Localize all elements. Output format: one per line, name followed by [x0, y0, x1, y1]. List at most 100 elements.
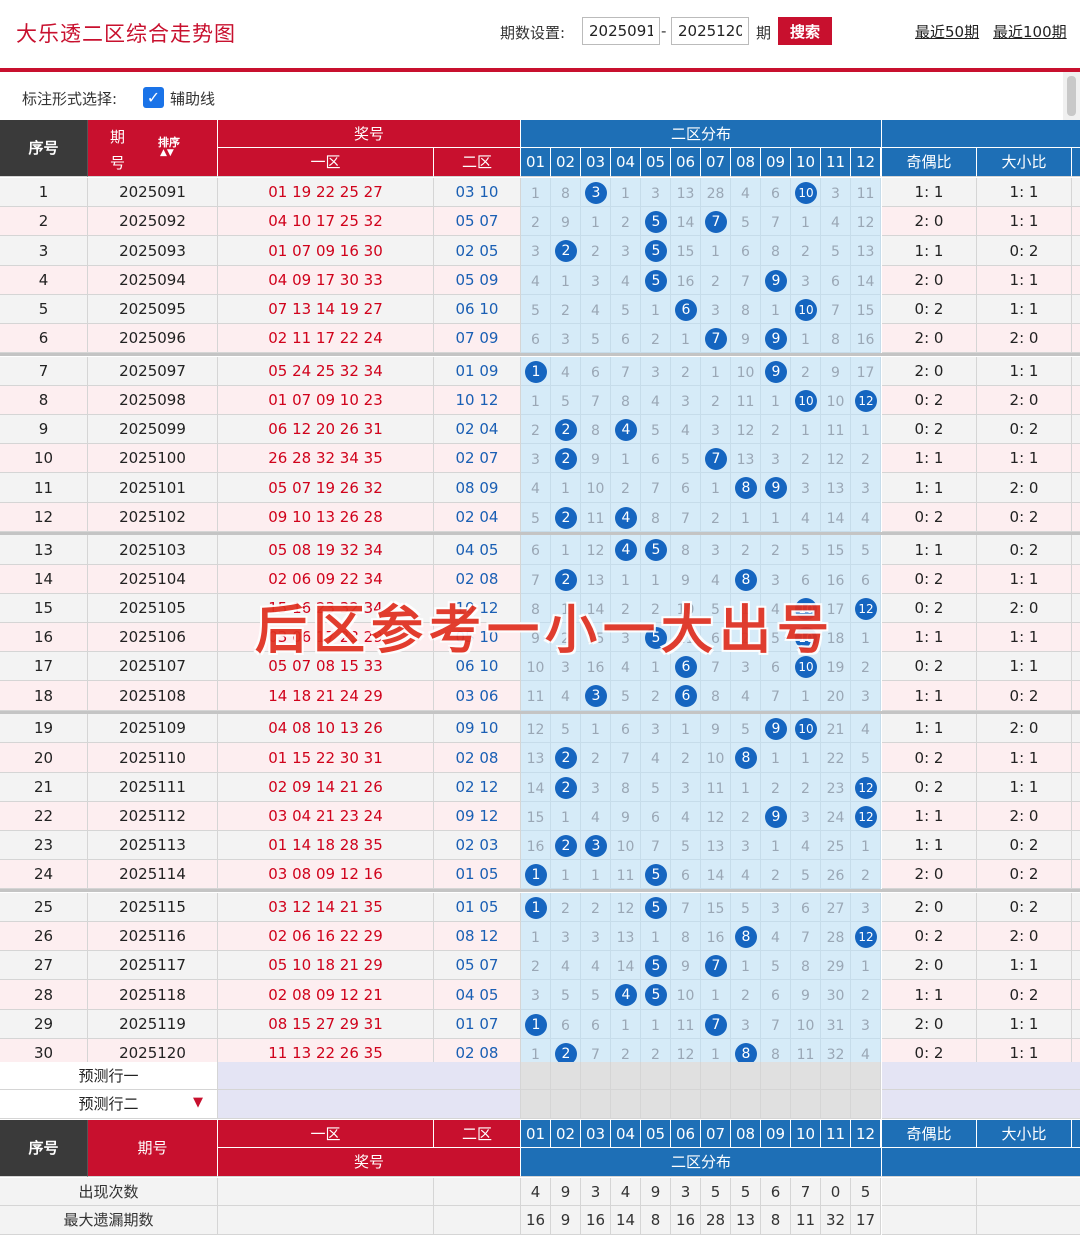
hit-ball: 6	[675, 298, 697, 321]
row-odd-even: 2: 0	[882, 1010, 977, 1039]
predict-cell[interactable]	[851, 1090, 881, 1119]
header-period: 期号排序 ▲▼	[88, 120, 218, 177]
dist-cell: 4	[791, 831, 821, 860]
hit-ball: 5	[645, 240, 667, 262]
dist-cell: 5	[581, 980, 611, 1010]
footer-zone2: 二区	[434, 1120, 521, 1148]
predict-cell[interactable]	[521, 1090, 551, 1119]
predict-cell[interactable]	[731, 1062, 761, 1090]
miss-count: 6	[741, 244, 750, 260]
stat-value: 6	[761, 1178, 791, 1206]
miss-count: 9	[711, 722, 720, 738]
recent-100-link[interactable]: 最近100期	[993, 21, 1067, 42]
dist-cell: 28	[821, 922, 851, 951]
miss-count: 1	[561, 868, 570, 884]
predict-cell[interactable]	[761, 1062, 791, 1090]
period-from-input[interactable]	[582, 17, 660, 45]
hit-ball: 8	[735, 925, 757, 948]
dist-cell: 3	[791, 802, 821, 831]
stat-empty	[977, 1206, 1080, 1235]
predict-cell[interactable]	[581, 1062, 611, 1090]
miss-count: 4	[561, 365, 570, 381]
dist-cell: 8	[671, 535, 701, 565]
predict-input-area[interactable]	[218, 1090, 521, 1119]
footer-seq: 序号	[0, 1120, 88, 1177]
miss-count: 2	[681, 365, 690, 381]
row-seq: 27	[0, 951, 88, 980]
dist-cell: 1	[731, 773, 761, 802]
dist-cell: 1	[701, 473, 731, 503]
predict-cell[interactable]	[791, 1090, 821, 1119]
arrow-down-icon[interactable]: ▼	[193, 1095, 203, 1110]
dist-cell: 8	[731, 922, 761, 951]
hit-ball: 4	[615, 539, 637, 561]
scrollbar-thumb[interactable]	[1067, 76, 1076, 116]
miss-count: 1	[651, 573, 660, 589]
predict-cell[interactable]	[551, 1090, 581, 1119]
predict-row-label[interactable]: 预测行二	[0, 1090, 218, 1119]
miss-count: 13	[676, 186, 695, 202]
predict-cell[interactable]	[641, 1090, 671, 1119]
auxiliary-line-label: 辅助线	[170, 90, 216, 108]
row-period: 2025106	[88, 623, 218, 652]
dist-cell: 13	[821, 473, 851, 503]
recent-50-link[interactable]: 最近50期	[915, 21, 979, 42]
row-period: 2025109	[88, 714, 218, 743]
miss-count: 6	[531, 543, 540, 559]
row-odd-even: 1: 1	[882, 535, 977, 565]
period-to-input[interactable]	[671, 17, 749, 45]
dist-cell: 2	[761, 535, 791, 565]
dist-cell: 2	[761, 773, 791, 802]
dist-cell: 8	[731, 743, 761, 773]
predict-cell[interactable]	[791, 1062, 821, 1090]
miss-count: 8	[741, 303, 750, 319]
dist-cell: 5	[521, 503, 551, 532]
miss-count: 3	[771, 901, 780, 917]
predict-row-label[interactable]: 预测行一	[0, 1062, 218, 1090]
row-odd-even: 1: 1	[882, 802, 977, 831]
row-big-small: 2: 0	[977, 594, 1072, 623]
miss-count: 8	[831, 332, 840, 348]
header-number-02: 02	[551, 148, 581, 177]
predict-cell[interactable]	[611, 1090, 641, 1119]
row-front-numbers: 03 12 14 21 35	[218, 893, 434, 922]
sort-arrows-icon[interactable]: ▲▼	[160, 148, 174, 158]
predict-cell[interactable]	[671, 1090, 701, 1119]
dist-cell: 6	[671, 473, 701, 503]
predict-cell[interactable]	[701, 1090, 731, 1119]
stat-empty	[434, 1178, 521, 1206]
dist-cell: 1	[671, 324, 701, 353]
predict-cell[interactable]	[581, 1090, 611, 1119]
row-edge	[1072, 831, 1080, 860]
row-period: 2025117	[88, 951, 218, 980]
miss-count: 1	[771, 839, 780, 855]
auxiliary-line-checkbox[interactable]: ✓	[143, 87, 164, 108]
dist-cell: 2	[551, 503, 581, 532]
dist-cell: 6	[851, 565, 881, 594]
miss-count: 2	[561, 303, 570, 319]
row-period: 2025100	[88, 444, 218, 473]
predict-cell[interactable]	[821, 1090, 851, 1119]
row-odd-even: 0: 2	[882, 386, 977, 415]
dist-cell: 4	[611, 503, 641, 532]
predict-cell[interactable]	[641, 1062, 671, 1090]
predict-cell[interactable]	[671, 1062, 701, 1090]
search-button[interactable]: 搜索	[778, 17, 832, 45]
row-edge	[1072, 1010, 1080, 1039]
predict-cell[interactable]	[851, 1062, 881, 1090]
predict-cell[interactable]	[701, 1062, 731, 1090]
dist-cell: 4	[551, 357, 581, 386]
dist-cell: 1	[551, 535, 581, 565]
predict-cell[interactable]	[551, 1062, 581, 1090]
predict-input-area[interactable]	[218, 1062, 521, 1090]
stat-value: 11	[791, 1206, 821, 1235]
row-period: 2025091	[88, 178, 218, 207]
miss-count: 6	[591, 1018, 600, 1034]
dist-cell: 13	[731, 444, 761, 473]
predict-cell[interactable]	[821, 1062, 851, 1090]
predict-cell[interactable]	[611, 1062, 641, 1090]
predict-cell[interactable]	[731, 1090, 761, 1119]
predict-cell[interactable]	[761, 1090, 791, 1119]
scrollbar[interactable]	[1063, 72, 1080, 120]
predict-cell[interactable]	[521, 1062, 551, 1090]
